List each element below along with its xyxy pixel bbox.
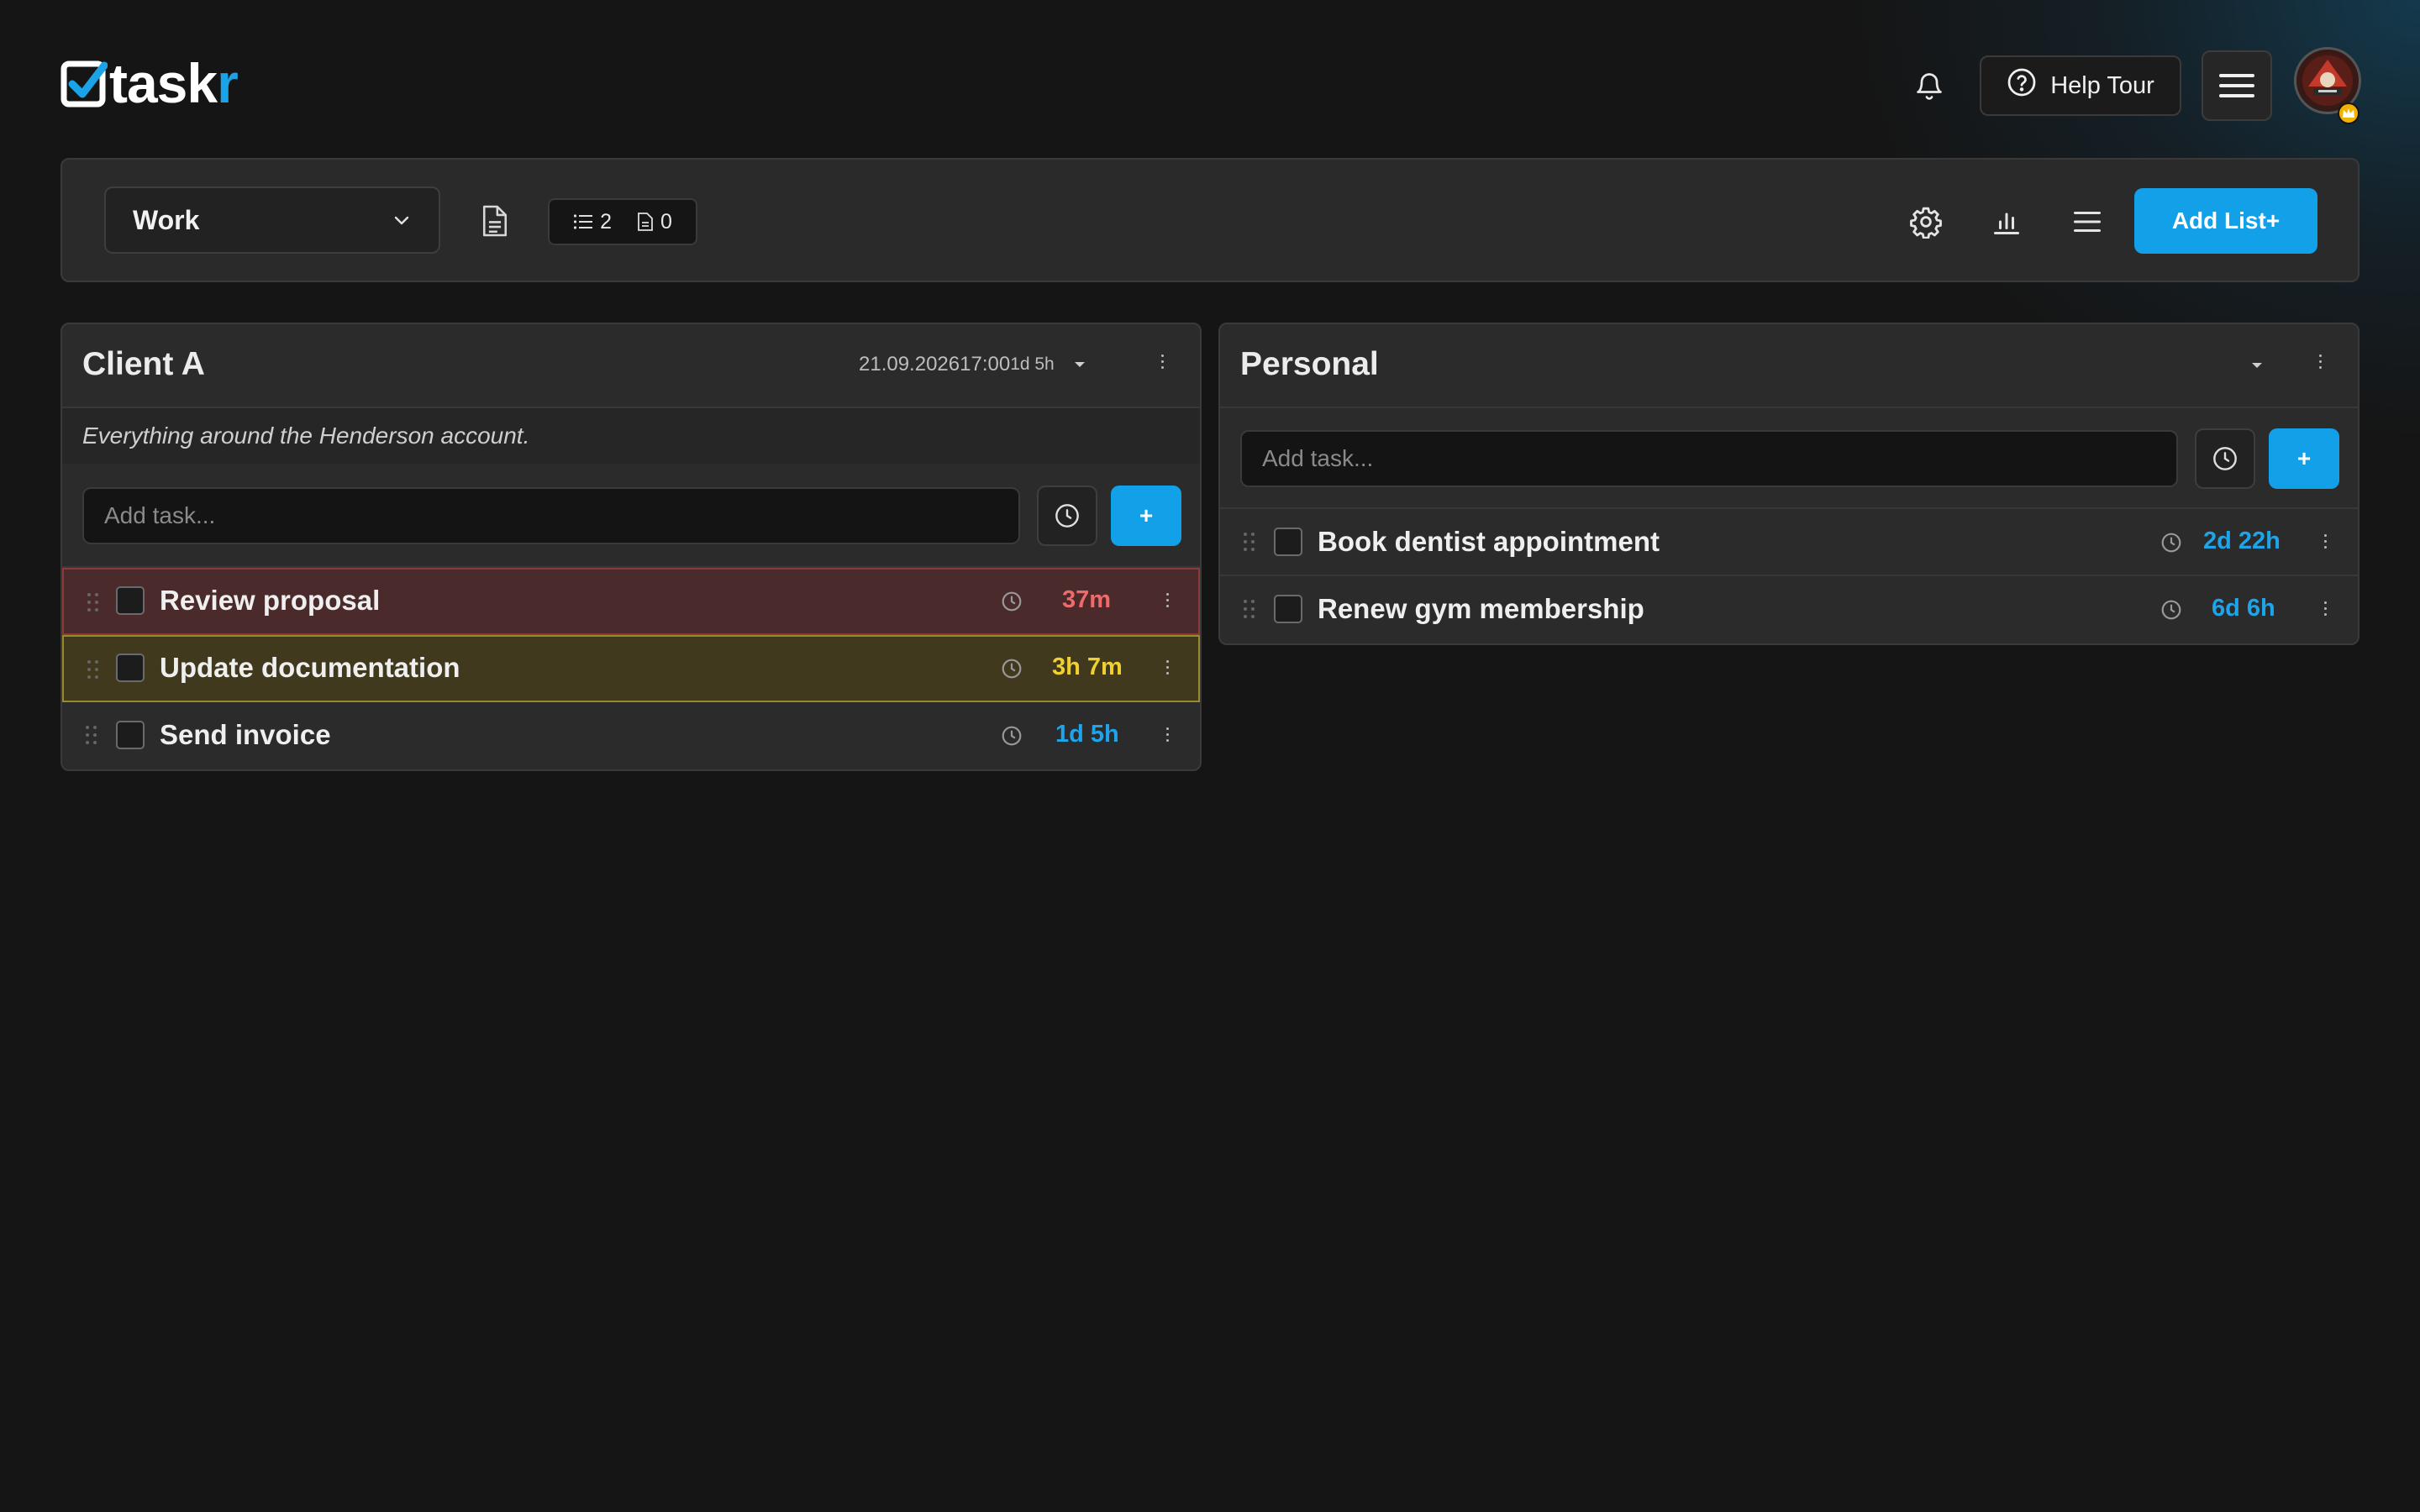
task-name[interactable]: Renew gym membership <box>1318 593 1644 625</box>
list-due-remaining: 1d 5h <box>1010 354 1055 374</box>
drag-handle-icon[interactable] <box>1244 600 1255 620</box>
premium-crown-icon <box>2338 102 2360 124</box>
board-counts-badge: 2 0 <box>548 198 697 245</box>
task-checkbox[interactable] <box>116 586 145 615</box>
drag-handle-icon[interactable] <box>1244 533 1255 553</box>
set-due-time-button[interactable] <box>1037 486 1097 546</box>
task-clock-icon[interactable] <box>1000 590 1023 613</box>
task-options-kebab-icon[interactable] <box>2312 524 2338 558</box>
list-icon <box>573 214 593 229</box>
notifications-bell-icon[interactable] <box>1907 64 1951 108</box>
caret-down-icon[interactable] <box>2250 361 2264 370</box>
task-checkbox[interactable] <box>1274 595 1302 623</box>
task-options-kebab-icon[interactable] <box>1155 650 1180 684</box>
task-checkbox[interactable] <box>1274 528 1302 556</box>
task-name[interactable]: Book dentist appointment <box>1318 526 1660 558</box>
task-due-remaining: 6d 6h <box>2212 595 2275 622</box>
list-due-date: 21.09.202617:00 <box>859 353 1011 375</box>
note-icon <box>638 213 653 231</box>
drag-handle-icon[interactable] <box>86 726 97 746</box>
main-menu-button[interactable] <box>2202 50 2272 121</box>
drag-handle-icon[interactable] <box>87 660 99 680</box>
task-name[interactable]: Send invoice <box>160 719 331 751</box>
add-list-button[interactable]: Add List+ <box>2134 188 2317 254</box>
task-options-kebab-icon[interactable] <box>1155 717 1180 751</box>
task-options-kebab-icon[interactable] <box>2312 591 2338 625</box>
task-row[interactable]: Book dentist appointment 2d 22h <box>1220 509 2358 576</box>
taskr-logo[interactable]: taskr <box>60 52 239 114</box>
list-header: Client A 21.09.202617:00 1d 5h <box>62 324 1200 408</box>
checkbox-logo-icon <box>60 59 108 108</box>
task-clock-icon[interactable] <box>1000 724 1023 748</box>
task-due-remaining: 37m <box>1062 586 1112 613</box>
task-row[interactable]: Send invoice 1d 5h <box>62 702 1200 769</box>
task-checkbox[interactable] <box>116 721 145 749</box>
board-toolbar: Work 2 0 Add List+ <box>60 158 2360 282</box>
task-options-kebab-icon[interactable] <box>1155 583 1180 617</box>
add-task-input[interactable] <box>82 487 1020 544</box>
task-clock-icon[interactable] <box>2160 531 2183 554</box>
list-view-menu-icon[interactable] <box>2065 200 2109 244</box>
add-task-button[interactable]: + <box>2269 428 2339 489</box>
list-due-info: 21.09.202617:00 1d 5h <box>859 353 1086 376</box>
list-options-kebab-icon[interactable] <box>1150 344 1175 378</box>
task-due-remaining: 1d 5h <box>1055 721 1119 748</box>
list-options-kebab-icon[interactable] <box>2307 344 2333 378</box>
board-notes-button[interactable] <box>474 200 516 242</box>
clock-icon <box>2213 447 2237 470</box>
task-due-remaining: 2d 22h <box>2203 528 2281 554</box>
task-name[interactable]: Update documentation <box>160 652 460 684</box>
board-select-value: Work <box>133 204 200 235</box>
list-header: Personal <box>1220 324 2358 408</box>
task-clock-icon[interactable] <box>2160 598 2183 622</box>
notes-count: 0 <box>660 209 672 234</box>
settings-gear-icon[interactable] <box>1904 200 1948 244</box>
task-clock-icon[interactable] <box>1000 657 1023 680</box>
add-task-row: + <box>62 464 1200 568</box>
list-title: Personal <box>1240 346 1379 382</box>
list-card-personal: Personal + Book dentist appointment 2d 2… <box>1218 323 2360 645</box>
list-title: Client A <box>82 346 205 382</box>
task-checkbox[interactable] <box>116 654 145 682</box>
clock-icon <box>1055 504 1079 528</box>
board-select-dropdown[interactable]: Work <box>104 186 440 254</box>
statistics-chart-icon[interactable] <box>1985 200 2028 244</box>
help-tour-label: Help Tour <box>2050 71 2154 99</box>
add-task-input[interactable] <box>1240 430 2178 487</box>
list-description: Everything around the Henderson account. <box>62 408 1200 464</box>
task-row[interactable]: Review proposal 37m <box>62 568 1200 635</box>
caret-down-icon[interactable] <box>1073 360 1086 369</box>
set-due-time-button[interactable] <box>2195 428 2255 489</box>
help-circle-icon <box>2007 67 2037 104</box>
task-due-remaining: 3h 7m <box>1052 654 1123 680</box>
logo-text: taskr <box>109 52 239 114</box>
add-task-button[interactable]: + <box>1111 486 1181 546</box>
lists-count: 2 <box>600 209 612 234</box>
task-row[interactable]: Renew gym membership 6d 6h <box>1220 576 2358 643</box>
document-icon <box>482 205 508 237</box>
drag-handle-icon[interactable] <box>87 593 99 613</box>
list-card-client-a: Client A 21.09.202617:00 1d 5h Everything… <box>60 323 1202 771</box>
add-task-row: + <box>1220 408 2358 509</box>
task-row[interactable]: Update documentation 3h 7m <box>62 635 1200 702</box>
chevron-down-icon <box>394 216 409 225</box>
task-name[interactable]: Review proposal <box>160 585 380 617</box>
help-tour-button[interactable]: Help Tour <box>1980 55 2181 116</box>
hamburger-menu-icon <box>2219 74 2254 97</box>
